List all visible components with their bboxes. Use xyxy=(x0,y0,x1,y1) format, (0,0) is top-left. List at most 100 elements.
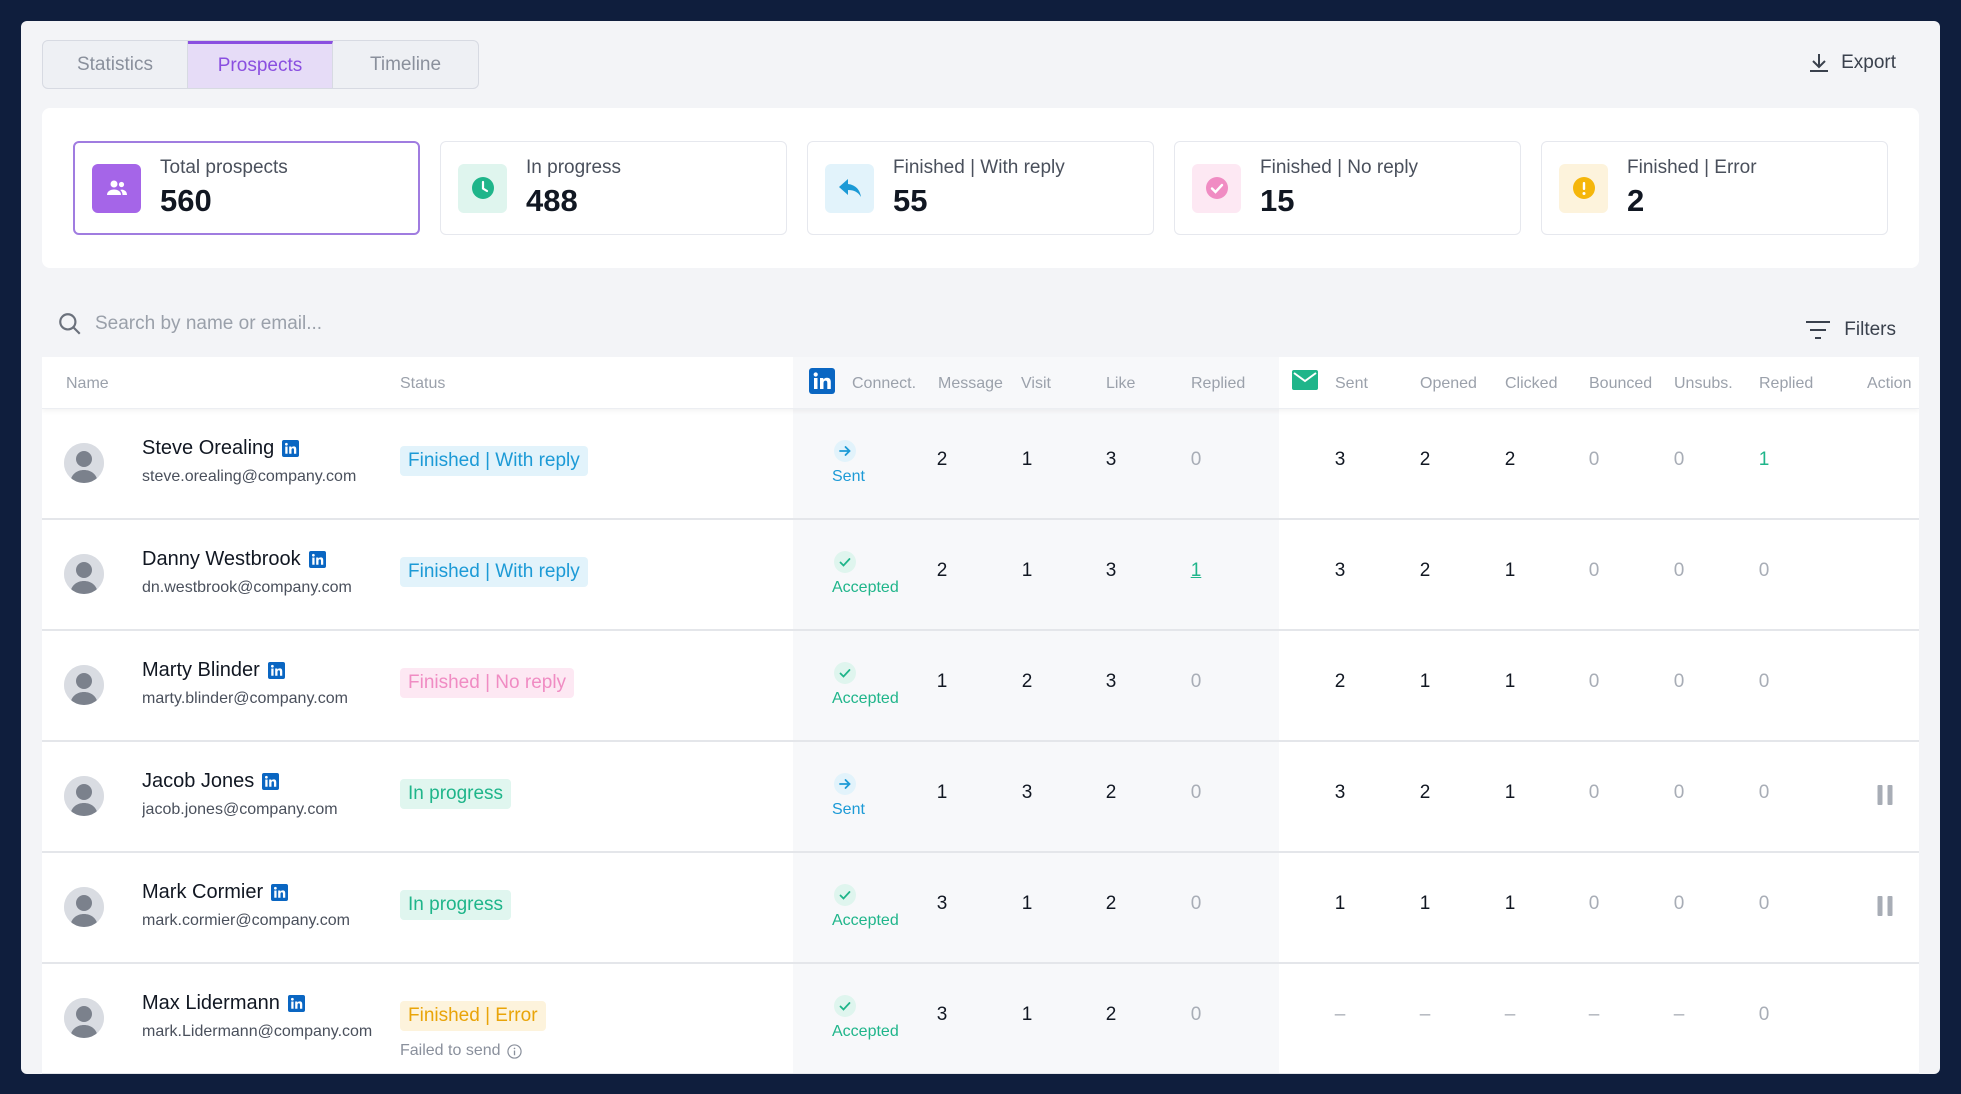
linkedin-icon[interactable] xyxy=(262,773,280,790)
prospect-name[interactable]: Jacob Jones xyxy=(142,770,280,793)
linkedin-icon[interactable] xyxy=(267,662,285,679)
email-icon xyxy=(1292,370,1318,390)
cell-li-replied: 0 xyxy=(1190,449,1202,470)
col-bounced[interactable]: Bounced xyxy=(1589,375,1652,393)
error-note: Failed to send xyxy=(400,1042,522,1060)
cell-visit: 1 xyxy=(1021,449,1033,470)
status-badge: Finished | No reply xyxy=(400,668,575,698)
connection-status: Accepted xyxy=(832,995,912,1041)
cell-opened: 1 xyxy=(1419,671,1431,692)
filter-icon xyxy=(1806,321,1831,339)
cell-sent: 3 xyxy=(1334,560,1346,581)
tab-timeline[interactable]: Timeline xyxy=(333,41,478,88)
connection-status-label: Accepted xyxy=(832,690,899,707)
prospect-name-text[interactable]: Danny Westbrook xyxy=(142,548,301,571)
linkedin-icon[interactable] xyxy=(308,551,326,568)
prospect-name-text[interactable]: Marty Blinder xyxy=(142,659,260,682)
avatar xyxy=(64,998,104,1038)
connection-status: Accepted xyxy=(832,884,912,930)
cell-em-replied: 0 xyxy=(1758,893,1770,914)
cell-like: 2 xyxy=(1105,782,1117,803)
cell-li-replied: 0 xyxy=(1190,893,1202,914)
stat-label: Finished | Error xyxy=(1627,157,1757,178)
prospect-name-text[interactable]: Max Lidermann xyxy=(142,992,280,1015)
cell-visit: 1 xyxy=(1021,893,1033,914)
stat-label: Finished | No reply xyxy=(1260,157,1419,178)
table-row[interactable]: Mark Cormier mark.cormier@company.com In p… xyxy=(42,854,1919,964)
table-row[interactable]: Max Lidermann mark.Lidermann@company.com F… xyxy=(42,965,1919,1074)
filters-label: Filters xyxy=(1844,319,1896,340)
connection-status-label: Sent xyxy=(832,801,865,818)
error-note-text: Failed to send xyxy=(400,1042,501,1059)
prospects-table: Name Status Connect. Message Visit Like … xyxy=(42,357,1919,1074)
linkedin-icon[interactable] xyxy=(271,884,289,901)
cell-sent: – xyxy=(1334,1004,1346,1025)
avatar xyxy=(64,554,104,594)
col-status[interactable]: Status xyxy=(400,375,445,393)
prospect-name[interactable]: Mark Cormier xyxy=(142,881,289,904)
search-bar xyxy=(57,311,595,337)
prospect-name[interactable]: Marty Blinder xyxy=(142,659,285,682)
stat-card-total-prospects[interactable]: Total prospects 560 xyxy=(73,141,420,235)
prospect-name[interactable]: Max Lidermann xyxy=(142,992,305,1015)
cell-unsubs: 0 xyxy=(1673,782,1685,803)
linkedin-icon xyxy=(809,368,835,394)
status-badge: Finished | With reply xyxy=(400,446,588,476)
col-message[interactable]: Message xyxy=(938,375,1003,393)
cell-message: 3 xyxy=(936,893,948,914)
export-button[interactable]: Export xyxy=(1807,51,1896,75)
cell-li-replied: 0 xyxy=(1190,782,1202,803)
table-row[interactable]: Jacob Jones jacob.jones@company.com In pro… xyxy=(42,743,1919,853)
arrow-right-icon xyxy=(834,773,856,795)
prospect-name[interactable]: Danny Westbrook xyxy=(142,548,326,571)
cell-clicked: – xyxy=(1504,1004,1516,1025)
table-row[interactable]: Marty Blinder marty.blinder@company.com Fi… xyxy=(42,632,1919,742)
cell-visit: 2 xyxy=(1021,671,1033,692)
search-input[interactable] xyxy=(95,313,595,335)
col-unsubs[interactable]: Unsubs. xyxy=(1674,375,1733,393)
linkedin-icon[interactable] xyxy=(287,995,305,1012)
stat-card-finished-error[interactable]: Finished | Error 2 xyxy=(1541,141,1888,235)
pause-icon[interactable] xyxy=(1877,785,1893,805)
tab-statistics[interactable]: Statistics xyxy=(43,41,188,88)
cell-li-replied[interactable]: 1 xyxy=(1191,560,1202,582)
col-email-replied[interactable]: Replied xyxy=(1759,375,1813,393)
arrow-right-icon xyxy=(834,440,856,462)
prospect-name[interactable]: Steve Orealing xyxy=(142,437,300,460)
status-badge: Finished | With reply xyxy=(400,557,588,587)
cell-like: 2 xyxy=(1105,893,1117,914)
linkedin-icon[interactable] xyxy=(282,440,300,457)
cell-visit: 1 xyxy=(1021,560,1033,581)
table-row[interactable]: Danny Westbrook dn.westbrook@company.com F… xyxy=(42,521,1919,631)
stat-card-finished-with-reply[interactable]: Finished | With reply 55 xyxy=(807,141,1154,235)
col-clicked[interactable]: Clicked xyxy=(1505,375,1557,393)
avatar xyxy=(64,665,104,705)
col-linkedin-replied[interactable]: Replied xyxy=(1191,375,1245,393)
table-row[interactable]: Steve Orealing steve.orealing@company.com… xyxy=(42,410,1919,520)
cell-sent: 3 xyxy=(1334,449,1346,470)
check-icon xyxy=(834,995,856,1017)
pause-icon[interactable] xyxy=(1877,896,1893,916)
col-connect[interactable]: Connect. xyxy=(852,375,916,393)
col-sent[interactable]: Sent xyxy=(1335,375,1368,393)
col-opened[interactable]: Opened xyxy=(1420,375,1477,393)
col-name[interactable]: Name xyxy=(66,375,109,393)
cell-visit: 1 xyxy=(1021,1004,1033,1025)
prospect-name-text[interactable]: Mark Cormier xyxy=(142,881,263,904)
cell-bounced: 0 xyxy=(1588,449,1600,470)
connection-status: Sent xyxy=(832,773,912,819)
stat-card-finished-no-reply[interactable]: Finished | No reply 15 xyxy=(1174,141,1521,235)
prospect-name-text[interactable]: Steve Orealing xyxy=(142,437,274,460)
info-icon[interactable] xyxy=(506,1043,522,1059)
connection-status-label: Accepted xyxy=(832,912,899,929)
stat-card-in-progress[interactable]: In progress 488 xyxy=(440,141,787,235)
col-like[interactable]: Like xyxy=(1106,375,1135,393)
connection-status: Accepted xyxy=(832,662,912,708)
col-visit[interactable]: Visit xyxy=(1021,375,1051,393)
filters-button[interactable]: Filters xyxy=(1804,319,1896,341)
tab-prospects[interactable]: Prospects xyxy=(188,41,333,88)
prospect-email: jacob.jones@company.com xyxy=(142,801,338,818)
prospect-name-text[interactable]: Jacob Jones xyxy=(142,770,254,793)
connection-status: Sent xyxy=(832,440,912,486)
reply-icon xyxy=(825,163,874,213)
